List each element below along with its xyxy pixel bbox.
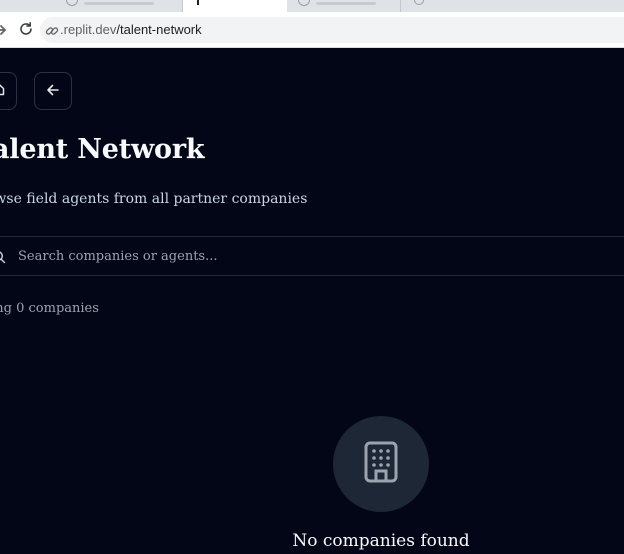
browser-tab-active[interactable] xyxy=(183,0,287,12)
browser-toolbar: .replit.dev/talent-network xyxy=(0,12,624,48)
tab-search-icon[interactable] xyxy=(414,0,424,5)
page-subtitle: owse field agents from all partner compa… xyxy=(0,191,308,207)
link-icon[interactable] xyxy=(45,23,59,42)
search-bar xyxy=(0,236,624,276)
reload-icon[interactable] xyxy=(18,21,34,41)
empty-state-title: No companies found xyxy=(292,531,470,551)
back-button[interactable] xyxy=(34,72,72,110)
browser-tab-strip xyxy=(0,0,624,12)
result-count: wing 0 companies xyxy=(0,301,99,316)
search-input[interactable] xyxy=(18,239,618,273)
tab-favicon-icon xyxy=(197,0,199,5)
empty-state-icon-circle xyxy=(333,416,429,512)
forward-icon[interactable] xyxy=(0,22,8,41)
browser-tab[interactable] xyxy=(288,0,401,12)
browser-tab[interactable] xyxy=(0,0,183,12)
address-bar[interactable]: .replit.dev/talent-network xyxy=(40,17,624,43)
search-icon xyxy=(0,249,6,268)
url-host: .replit.dev xyxy=(60,22,117,37)
url-path: /talent-network xyxy=(116,22,202,37)
tab-favicon-icon xyxy=(66,0,78,6)
tab-title-placeholder xyxy=(316,2,376,5)
building-icon xyxy=(361,440,401,488)
page-title: alent Network xyxy=(0,134,205,165)
url-text: .replit.dev/talent-network xyxy=(60,22,202,37)
tab-favicon-icon xyxy=(298,0,310,6)
arrow-left-icon xyxy=(46,82,60,101)
home-button[interactable] xyxy=(0,72,17,110)
home-icon xyxy=(0,81,6,101)
talent-network-page: alent Network owse field agents from all… xyxy=(0,48,624,554)
tab-title-placeholder xyxy=(84,2,154,5)
